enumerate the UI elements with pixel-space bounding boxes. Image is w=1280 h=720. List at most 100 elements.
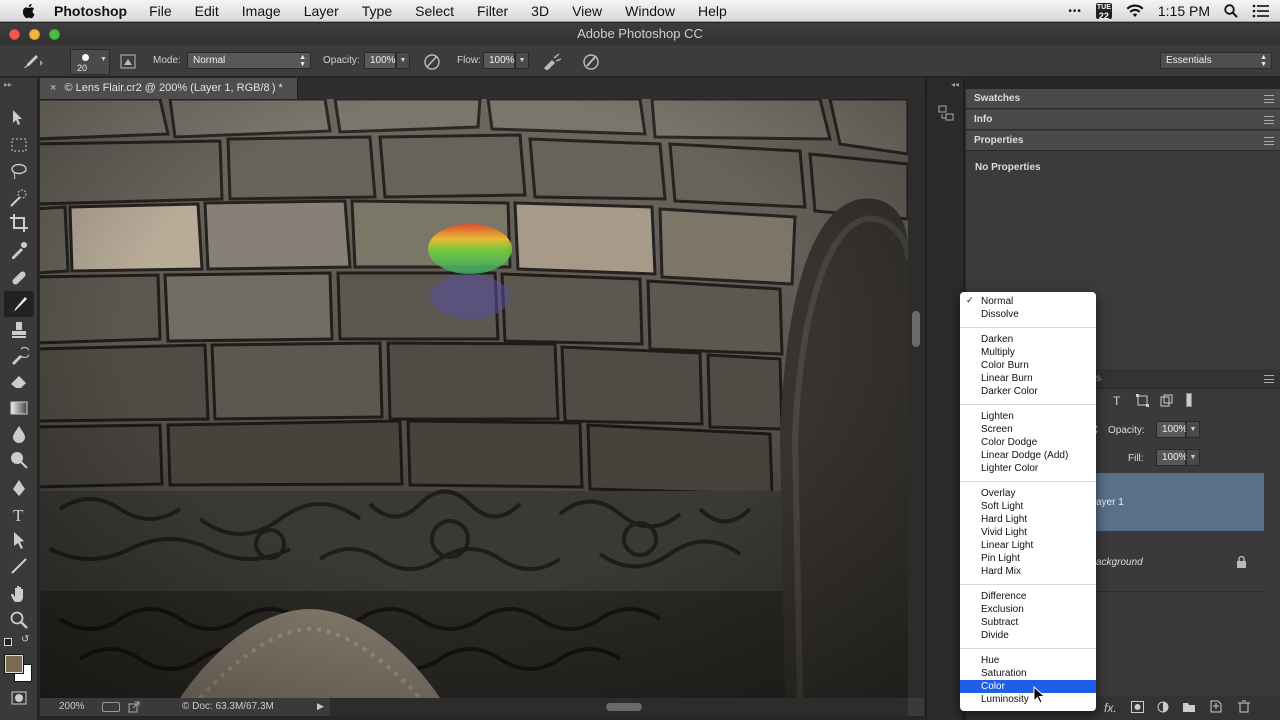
lasso-tool-icon[interactable] bbox=[9, 161, 29, 181]
gradient-tool-icon[interactable] bbox=[9, 398, 29, 418]
blur-tool-icon[interactable] bbox=[9, 424, 29, 444]
menu-3d[interactable]: 3D bbox=[531, 3, 549, 19]
minimize-window-button[interactable] bbox=[29, 29, 40, 40]
zoom-tool-icon[interactable] bbox=[9, 610, 29, 630]
zoom-window-button[interactable] bbox=[49, 29, 60, 40]
new-layer-icon[interactable] bbox=[1210, 700, 1222, 713]
blend-option-exclusion[interactable]: Exclusion bbox=[960, 603, 1096, 616]
apple-menu-icon[interactable] bbox=[20, 2, 38, 20]
layers-fill-field[interactable]: 100% bbox=[1156, 449, 1188, 466]
menu-view[interactable]: View bbox=[572, 3, 602, 19]
filter-shape-icon[interactable] bbox=[1136, 394, 1149, 407]
menu-image[interactable]: Image bbox=[242, 3, 281, 19]
mode-select[interactable]: Normal ▲ ▼ bbox=[187, 52, 311, 69]
status-menu-arrow-icon[interactable]: ▶ bbox=[317, 701, 324, 712]
collapse-panel-icon[interactable]: ▸▸ bbox=[4, 80, 12, 89]
wifi-icon[interactable] bbox=[1126, 4, 1144, 18]
blend-option-hard-light[interactable]: Hard Light bbox=[960, 513, 1096, 526]
more-icon[interactable]: ••• bbox=[1068, 6, 1082, 17]
properties-tab[interactable]: Properties bbox=[966, 131, 1280, 151]
blend-option-vivid-light[interactable]: Vivid Light bbox=[960, 526, 1096, 539]
workspace-switcher[interactable]: Essentials ▲ ▼ bbox=[1160, 52, 1272, 69]
layers-opacity-field[interactable]: 100% bbox=[1156, 421, 1188, 438]
spotlight-search-icon[interactable] bbox=[1224, 4, 1238, 18]
opacity-dropdown-button[interactable]: ▼ bbox=[396, 52, 410, 69]
quick-mask-icon[interactable] bbox=[9, 688, 29, 708]
document-tab[interactable]: × © Lens Flair.cr2 @ 200% (Layer 1, RGB/… bbox=[40, 78, 298, 99]
blend-option-linear-dodge[interactable]: Linear Dodge (Add) bbox=[960, 449, 1096, 462]
brush-tool-preset-icon[interactable] bbox=[20, 52, 46, 70]
filter-type-icon[interactable]: T bbox=[1112, 394, 1124, 406]
add-mask-icon[interactable] bbox=[1131, 701, 1144, 713]
blend-option-difference[interactable]: Difference bbox=[960, 590, 1096, 603]
blend-option-pin-light[interactable]: Pin Light bbox=[960, 552, 1096, 565]
marquee-tool-icon[interactable] bbox=[9, 135, 29, 155]
panel-menu-icon[interactable] bbox=[1264, 137, 1274, 145]
pressure-size-icon[interactable] bbox=[582, 53, 600, 70]
eyedropper-tool-icon[interactable] bbox=[9, 240, 29, 260]
panel-menu-icon[interactable] bbox=[1264, 116, 1274, 124]
default-colors-icon[interactable] bbox=[4, 638, 12, 646]
eraser-tool-icon[interactable] bbox=[9, 371, 29, 391]
blend-option-overlay[interactable]: Overlay bbox=[960, 487, 1096, 500]
calendar-icon[interactable]: TUE 22 bbox=[1095, 3, 1112, 21]
blend-option-normal[interactable]: Normal bbox=[960, 295, 1096, 308]
blend-option-color-dodge[interactable]: Color Dodge bbox=[960, 436, 1096, 449]
menu-edit[interactable]: Edit bbox=[195, 3, 219, 19]
vertical-scrollbar[interactable] bbox=[908, 99, 924, 698]
airbrush-icon[interactable] bbox=[542, 53, 562, 70]
new-group-icon[interactable] bbox=[1182, 701, 1196, 713]
menu-layer[interactable]: Layer bbox=[304, 3, 339, 19]
move-tool-icon[interactable] bbox=[9, 108, 29, 128]
menu-filter[interactable]: Filter bbox=[477, 3, 508, 19]
share-icon[interactable] bbox=[128, 701, 140, 713]
quick-selection-tool-icon[interactable] bbox=[9, 188, 29, 208]
swap-colors-icon[interactable]: ↺ bbox=[21, 634, 29, 645]
flow-field[interactable]: 100% bbox=[483, 52, 515, 69]
blend-option-lighten[interactable]: Lighten bbox=[960, 410, 1096, 423]
blend-option-screen[interactable]: Screen bbox=[960, 423, 1096, 436]
blend-option-dissolve[interactable]: Dissolve bbox=[960, 308, 1096, 321]
blend-option-soft-light[interactable]: Soft Light bbox=[960, 500, 1096, 513]
notification-center-icon[interactable] bbox=[1252, 4, 1270, 18]
adjustment-layer-icon[interactable] bbox=[1157, 701, 1169, 713]
filter-toggle-icon[interactable] bbox=[1186, 393, 1192, 407]
layers-opacity-dropdown[interactable]: ▼ bbox=[1186, 421, 1200, 438]
foreground-color-swatch[interactable] bbox=[4, 654, 24, 674]
blend-option-lighter-color[interactable]: Lighter Color bbox=[960, 462, 1096, 475]
blend-option-luminosity[interactable]: Luminosity bbox=[960, 693, 1096, 706]
flow-dropdown-button[interactable]: ▼ bbox=[515, 52, 529, 69]
fx-icon[interactable]: fx. bbox=[1104, 701, 1117, 715]
blend-option-hard-mix[interactable]: Hard Mix bbox=[960, 565, 1096, 578]
brush-tool-active[interactable] bbox=[4, 291, 34, 317]
blend-option-hue[interactable]: Hue bbox=[960, 654, 1096, 667]
menu-file[interactable]: File bbox=[149, 3, 172, 19]
history-brush-tool-icon[interactable] bbox=[9, 346, 29, 366]
close-tab-icon[interactable]: × bbox=[50, 82, 56, 94]
info-tab[interactable]: Info bbox=[966, 110, 1280, 130]
hand-tool-icon[interactable] bbox=[9, 584, 29, 604]
blend-option-linear-burn[interactable]: Linear Burn bbox=[960, 372, 1096, 385]
expand-panels-icon[interactable]: ◂◂ bbox=[951, 80, 959, 89]
blend-option-color[interactable]: Color bbox=[960, 680, 1096, 693]
zoom-level[interactable]: 200% bbox=[59, 701, 85, 712]
blend-option-darken[interactable]: Darken bbox=[960, 333, 1096, 346]
document-canvas[interactable] bbox=[40, 99, 908, 698]
healing-brush-tool-icon[interactable] bbox=[9, 268, 29, 288]
document-info-icon[interactable] bbox=[102, 702, 120, 712]
blend-option-darker-color[interactable]: Darker Color bbox=[960, 385, 1096, 398]
layers-fill-dropdown[interactable]: ▼ bbox=[1186, 449, 1200, 466]
panel-menu-icon[interactable] bbox=[1264, 375, 1274, 383]
app-menu[interactable]: Photoshop bbox=[54, 3, 127, 19]
panel-menu-icon[interactable] bbox=[1264, 95, 1274, 103]
type-tool-icon[interactable]: T bbox=[9, 504, 29, 524]
menubar-clock[interactable]: 1:15 PM bbox=[1158, 3, 1210, 19]
blend-option-color-burn[interactable]: Color Burn bbox=[960, 359, 1096, 372]
blend-option-subtract[interactable]: Subtract bbox=[960, 616, 1096, 629]
path-selection-tool-icon[interactable] bbox=[9, 530, 29, 550]
menu-type[interactable]: Type bbox=[362, 3, 392, 19]
horizontal-scrollbar[interactable] bbox=[330, 698, 908, 716]
menu-window[interactable]: Window bbox=[625, 3, 675, 19]
dodge-tool-icon[interactable] bbox=[9, 450, 29, 470]
pen-tool-icon[interactable] bbox=[9, 478, 29, 498]
